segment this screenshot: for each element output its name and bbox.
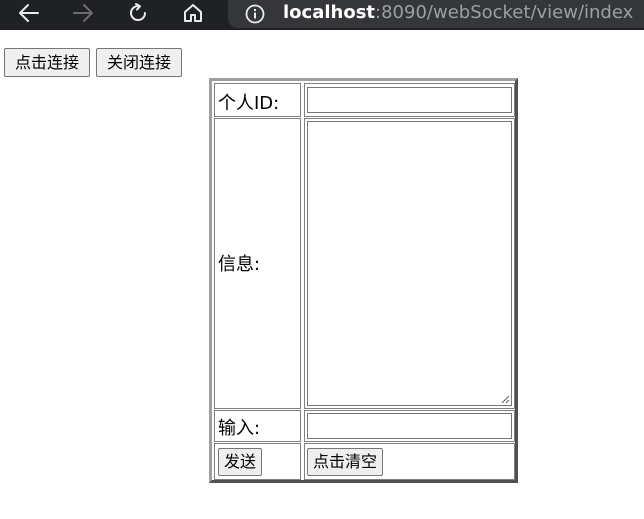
message-label-cell: 信息:	[214, 118, 301, 409]
message-input[interactable]	[307, 413, 512, 439]
info-icon[interactable]	[244, 3, 266, 25]
forward-arrow-icon	[68, 0, 98, 26]
id-input[interactable]	[307, 87, 512, 113]
id-label-cell: 个人ID:	[214, 83, 301, 117]
message-field-cell	[304, 118, 515, 409]
connect-button[interactable]: 点击连接	[4, 48, 90, 77]
id-field-cell	[304, 83, 515, 117]
resize-grip-icon[interactable]	[500, 394, 510, 404]
disconnect-button[interactable]: 关闭连接	[96, 48, 182, 77]
send-cell: 发送	[214, 443, 301, 480]
browser-toolbar: localhost:8090/webSocket/view/index	[0, 0, 644, 30]
message-label: 信息:	[218, 254, 261, 275]
clear-cell: 点击清空	[304, 443, 515, 480]
input-field-cell	[304, 410, 515, 442]
input-label-cell: 输入:	[214, 410, 301, 442]
back-arrow-icon[interactable]	[14, 0, 44, 26]
chat-form-table: 个人ID: 信息: 输入: 发送 点击清空	[209, 78, 518, 483]
input-label: 输入:	[218, 418, 261, 439]
send-button[interactable]: 发送	[218, 448, 263, 476]
message-textarea[interactable]	[307, 121, 512, 406]
clear-button[interactable]: 点击清空	[307, 448, 384, 476]
url-text[interactable]: localhost:8090/webSocket/view/index	[283, 0, 633, 26]
reload-icon[interactable]	[123, 0, 153, 26]
id-label: 个人ID:	[218, 93, 280, 114]
url-host: localhost	[283, 2, 376, 23]
home-icon[interactable]	[178, 0, 208, 26]
url-path: :8090/webSocket/view/index	[375, 2, 634, 23]
address-bar[interactable]: localhost:8090/webSocket/view/index	[228, 0, 644, 28]
